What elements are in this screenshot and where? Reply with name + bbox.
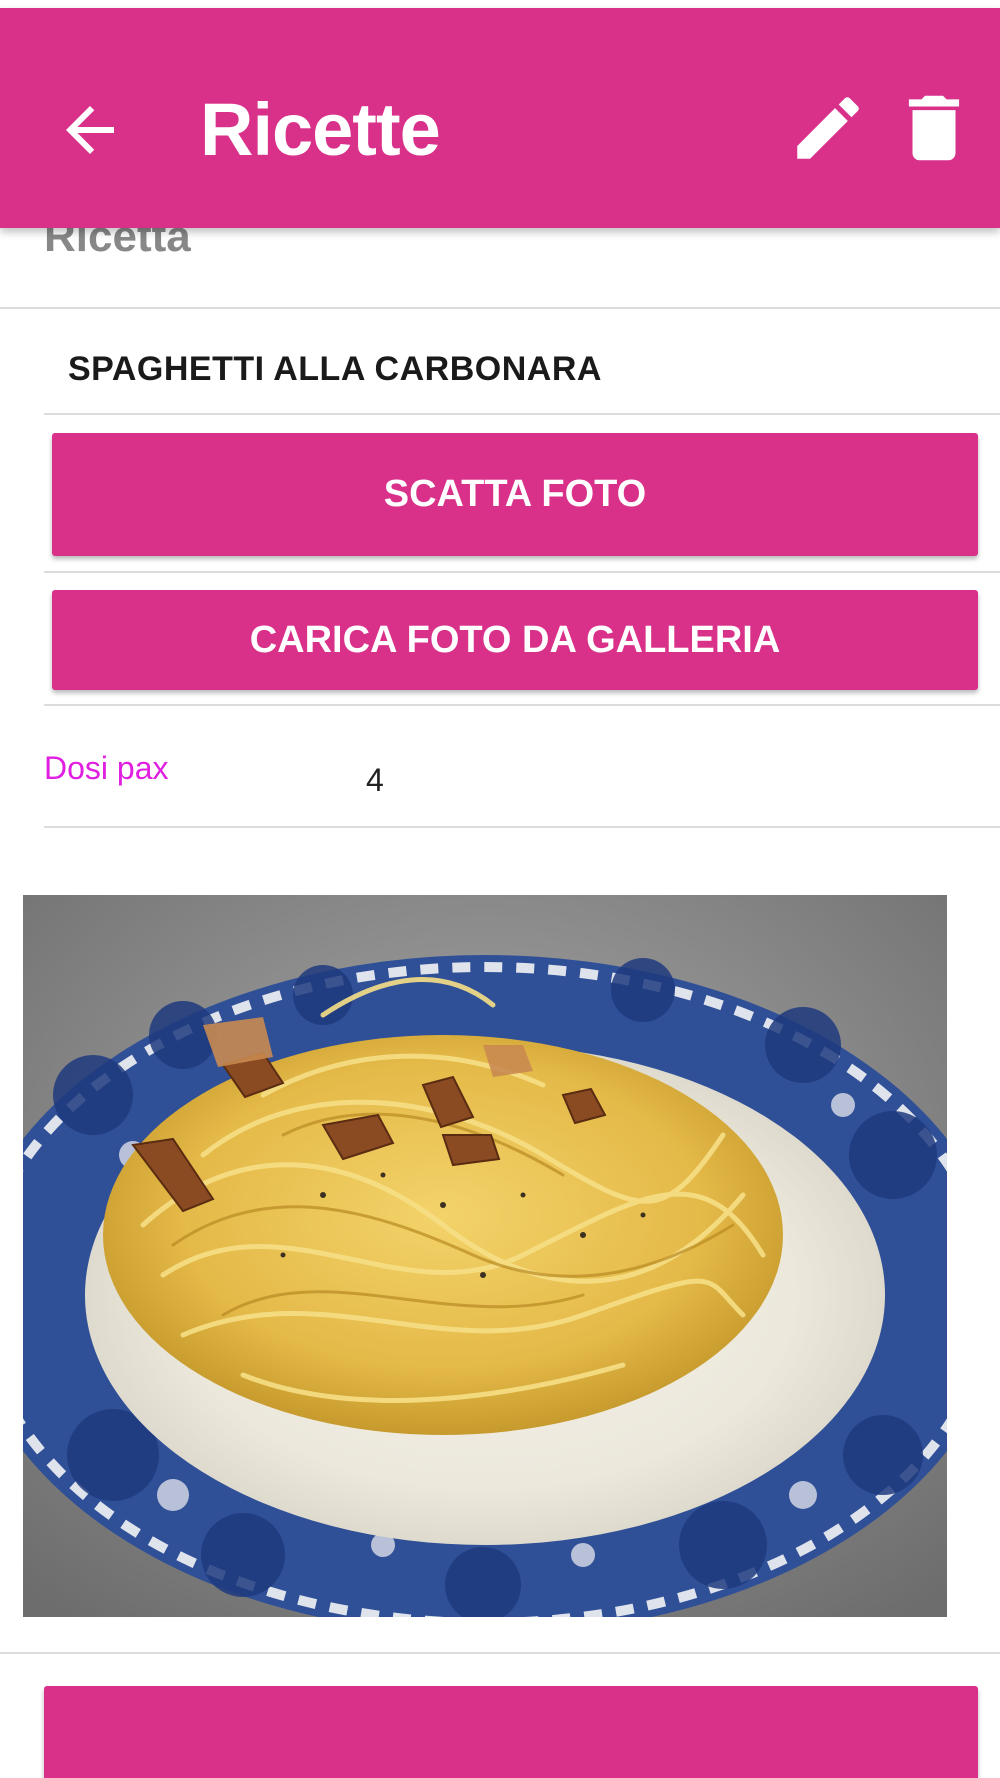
divider [0,1652,1000,1654]
page-title: Ricette [200,88,441,171]
recipe-photo [23,895,947,1617]
bottom-action-button[interactable] [44,1686,978,1778]
gallery-upload-button[interactable]: CARICA FOTO DA GALLERIA [52,590,978,690]
recipe-detail-screen: Ricette Ricetta SPAGHETTI ALLA CARBONARA… [0,0,1000,1778]
back-button[interactable] [40,80,140,180]
divider [44,571,1000,573]
app-bar: Ricette [0,8,1000,228]
portions-label: Dosi pax [44,750,169,786]
arrow-back-icon [66,106,114,154]
divider [44,704,1000,706]
trash-icon [908,95,960,161]
divider [0,307,1000,309]
portions-input[interactable]: 4 [366,762,384,799]
divider [44,826,1000,828]
recipe-name-field[interactable]: SPAGHETTI ALLA CARBONARA [68,350,602,389]
divider [44,413,1000,415]
delete-button[interactable] [884,78,984,178]
edit-button[interactable] [778,78,878,178]
pencil-icon [797,97,859,159]
take-photo-button[interactable]: SCATTA FOTO [52,433,978,556]
